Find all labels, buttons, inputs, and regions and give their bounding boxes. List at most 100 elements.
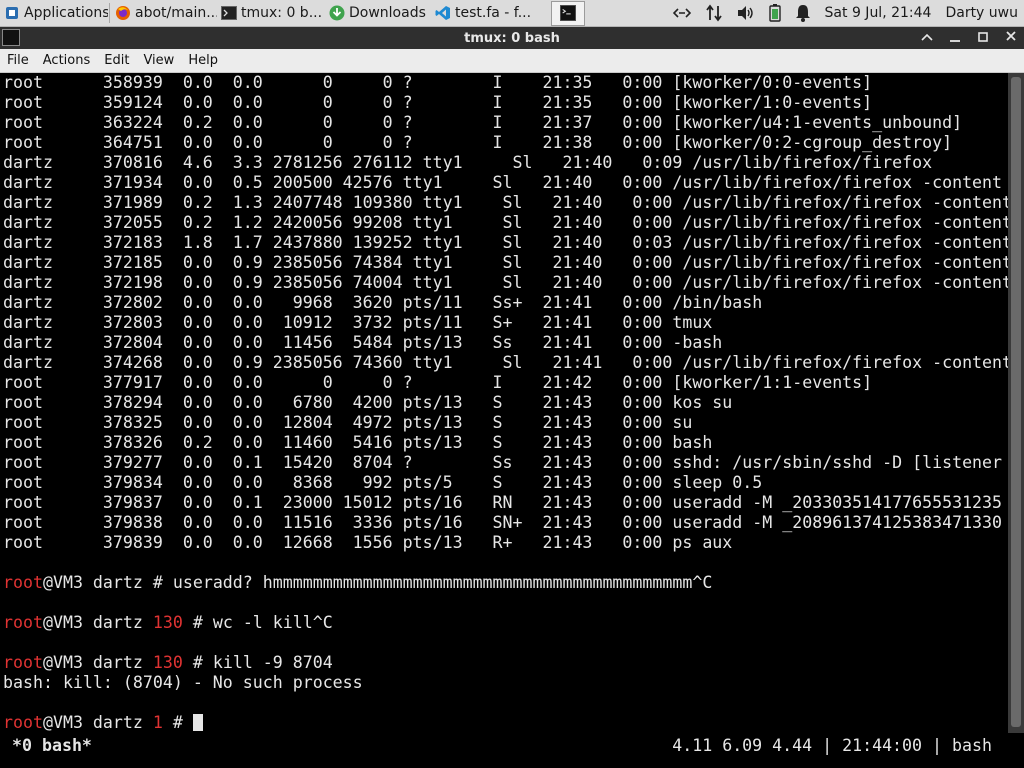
minimize-icon[interactable] bbox=[948, 31, 962, 46]
window-bottom-edge bbox=[0, 758, 1024, 768]
prompt-host: @VM3 dartz bbox=[42, 573, 153, 592]
prompt-hash: # bbox=[182, 613, 213, 632]
taskbar-item-label: Downloads bbox=[349, 5, 426, 21]
window-titlebar[interactable]: tmux: 0 bash bbox=[0, 27, 1024, 49]
prompt-hash: # bbox=[152, 573, 173, 592]
prompt-user: root bbox=[3, 713, 43, 732]
applications-label: Applications bbox=[24, 5, 108, 21]
ps-row: dartz 372185 0.0 0.9 2385056 74384 tty1 … bbox=[3, 253, 1008, 272]
prompt-line: root@VM3 dartz 130 # wc -l kill^C bbox=[3, 613, 1008, 633]
terminal-scrollbar[interactable] bbox=[1008, 73, 1024, 733]
error-output: bash: kill: (8704) - No such process bbox=[3, 673, 363, 692]
clock[interactable]: Sat 9 Jul, 21:44 bbox=[825, 5, 932, 21]
menu-actions[interactable]: Actions bbox=[36, 53, 98, 68]
tmux-window-tab[interactable]: *0 bash* bbox=[12, 736, 92, 755]
tmux-status-bar: *0 bash* 4.11 6.09 4.44 | 21:44:00 | bas… bbox=[0, 733, 1024, 758]
ps-row: root 364751 0.0 0.0 0 0 ? I 21:38 0:00 [… bbox=[3, 133, 953, 152]
prompt-line-current[interactable]: root@VM3 dartz 1 # bbox=[3, 713, 1008, 733]
taskbar-item-firefox[interactable]: abot/main... bbox=[111, 1, 217, 26]
apps-icon bbox=[4, 5, 20, 21]
load-average: 4.11 6.09 4.44 bbox=[672, 736, 813, 755]
battery-icon[interactable] bbox=[768, 4, 781, 22]
ps-row: dartz 374268 0.0 0.9 2385056 74360 tty1 … bbox=[3, 353, 1008, 372]
status-session: bash bbox=[952, 736, 992, 755]
window-terminal-icon[interactable] bbox=[2, 29, 20, 46]
ps-row: dartz 372804 0.0 0.0 11456 5484 pts/13 S… bbox=[3, 333, 723, 352]
ps-row: dartz 372183 1.8 1.7 2437880 139252 tty1… bbox=[3, 233, 1008, 252]
ps-row: root 358939 0.0 0.0 0 0 ? I 21:35 0:00 [… bbox=[3, 73, 873, 92]
panel-separator bbox=[109, 3, 110, 23]
prompt-command: useradd? hmmmmmmmmmmmmmmmmmmmmmmmmmmmmmm… bbox=[172, 573, 713, 592]
taskbar-item-label: abot/main... bbox=[135, 5, 217, 21]
status-time: 21:44:00 bbox=[842, 736, 923, 755]
ps-row: root 379838 0.0 0.0 11516 3336 pts/16 SN… bbox=[3, 513, 1003, 532]
close-icon[interactable] bbox=[1004, 30, 1018, 46]
terminal-icon bbox=[560, 5, 576, 21]
firefox-icon bbox=[115, 5, 131, 21]
taskbar-item-terminal-active[interactable] bbox=[551, 0, 585, 26]
prompt-hash: # bbox=[162, 713, 193, 732]
restore-icon[interactable] bbox=[976, 31, 990, 46]
ps-output: root 358939 0.0 0.0 0 0 ? I 21:35 0:00 [… bbox=[3, 73, 1008, 553]
prompt-host: @VM3 dartz bbox=[42, 713, 153, 732]
ps-row: dartz 371989 0.2 1.3 2407748 109380 tty1… bbox=[3, 193, 1008, 212]
text-cursor bbox=[192, 714, 203, 731]
window-title: tmux: 0 bash bbox=[464, 30, 560, 46]
status-separator: | bbox=[922, 736, 953, 755]
status-separator: | bbox=[812, 736, 843, 755]
menu-view[interactable]: View bbox=[136, 53, 181, 68]
prompt-line: root@VM3 dartz # useradd? hmmmmmmmmmmmmm… bbox=[3, 573, 1008, 593]
prompt-host: @VM3 dartz bbox=[42, 613, 153, 632]
ps-row: dartz 372198 0.0 0.9 2385056 74004 tty1 … bbox=[3, 273, 1008, 292]
volume-icon[interactable] bbox=[737, 5, 755, 21]
prompt-command: wc -l kill^C bbox=[212, 613, 333, 632]
ps-row: root 379277 0.0 0.1 15420 8704 ? Ss 21:4… bbox=[3, 453, 1003, 472]
tmux-status-right: 4.11 6.09 4.44 | 21:44:00 | bash bbox=[672, 736, 992, 755]
prompt-host: @VM3 dartz bbox=[42, 653, 153, 672]
ps-row: dartz 372803 0.0 0.0 10912 3732 pts/11 S… bbox=[3, 313, 713, 332]
prompt-exit-code: 1 bbox=[152, 713, 163, 732]
download-icon bbox=[329, 5, 345, 21]
vscode-icon bbox=[435, 5, 451, 21]
menu-help[interactable]: Help bbox=[181, 53, 225, 68]
prompt-user: root bbox=[3, 613, 43, 632]
ps-row: root 377917 0.0 0.0 0 0 ? I 21:42 0:00 [… bbox=[3, 373, 873, 392]
transfer-arrows-icon[interactable] bbox=[705, 4, 723, 22]
taskbar-item-downloads[interactable]: Downloads bbox=[325, 1, 431, 26]
ps-row: dartz 372802 0.0 0.0 9968 3620 pts/11 Ss… bbox=[3, 293, 763, 312]
taskbar-item-vscode[interactable]: test.fa - f... bbox=[431, 1, 543, 26]
menu-edit[interactable]: Edit bbox=[97, 53, 136, 68]
taskbar-item-label: test.fa - f... bbox=[455, 5, 532, 21]
ps-row: root 378325 0.0 0.0 12804 4972 pts/13 S … bbox=[3, 413, 693, 432]
prompt-user: root bbox=[3, 653, 43, 672]
menubar: File Actions Edit View Help bbox=[0, 49, 1024, 73]
terminal-icon bbox=[221, 5, 237, 21]
prompt-exit-code: 130 bbox=[152, 613, 183, 632]
ps-row: root 379837 0.0 0.1 23000 15012 pts/16 R… bbox=[3, 493, 1003, 512]
user-menu[interactable]: Darty uwu bbox=[945, 5, 1018, 21]
scrollbar-thumb[interactable] bbox=[1011, 77, 1021, 727]
ps-row: dartz 371934 0.0 0.5 200500 42576 tty1 S… bbox=[3, 173, 1003, 192]
menu-file[interactable]: File bbox=[0, 53, 36, 68]
network-icon[interactable] bbox=[672, 6, 691, 20]
ps-row: root 359124 0.0 0.0 0 0 ? I 21:35 0:00 [… bbox=[3, 93, 873, 112]
taskbar-item-tmux[interactable]: tmux: 0 b... bbox=[217, 1, 325, 26]
ps-row: root 378294 0.0 0.0 6780 4200 pts/13 S 2… bbox=[3, 393, 733, 412]
notification-bell-icon[interactable] bbox=[795, 4, 811, 22]
ps-row: root 379834 0.0 0.0 8368 992 pts/5 S 21:… bbox=[3, 473, 763, 492]
top-panel: Applications abot/main... tmux: 0 b... D… bbox=[0, 0, 1024, 27]
prompt-user: root bbox=[3, 573, 43, 592]
prompt-command: kill -9 8704 bbox=[212, 653, 333, 672]
ps-row: root 378326 0.2 0.0 11460 5416 pts/13 S … bbox=[3, 433, 713, 452]
terminal-output[interactable]: root 358939 0.0 0.0 0 0 ? I 21:35 0:00 [… bbox=[0, 73, 1008, 733]
applications-menu-button[interactable]: Applications bbox=[0, 1, 108, 26]
prompt-line: root@VM3 dartz 130 # kill -9 8704 bbox=[3, 653, 1008, 673]
maximize-chevron-icon[interactable] bbox=[920, 31, 934, 46]
prompt-exit-code: 130 bbox=[152, 653, 183, 672]
ps-row: dartz 372055 0.2 1.2 2420056 99208 tty1 … bbox=[3, 213, 1008, 232]
ps-row: dartz 370816 4.6 3.3 2781256 276112 tty1… bbox=[3, 153, 933, 172]
